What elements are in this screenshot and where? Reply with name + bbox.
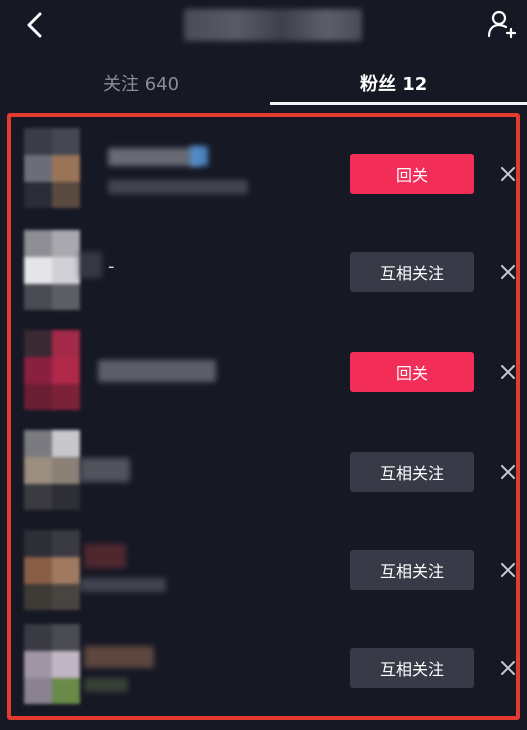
list-item: 互相关注 <box>0 616 527 712</box>
verified-badge <box>190 146 208 166</box>
page-title-redacted <box>184 9 362 41</box>
top-bar <box>0 0 527 50</box>
avatar[interactable] <box>24 230 80 310</box>
user-subtitle-redacted <box>84 678 128 692</box>
username-redacted <box>84 646 154 668</box>
remove-fan-button[interactable] <box>496 360 520 384</box>
username-redacted <box>80 458 130 482</box>
remove-fan-button[interactable] <box>496 260 520 284</box>
user-subtitle-redacted <box>108 180 248 194</box>
back-button[interactable] <box>18 8 52 42</box>
avatar[interactable] <box>24 624 80 704</box>
chevron-left-icon <box>27 12 42 38</box>
mutual-follow-button[interactable]: 互相关注 <box>350 452 474 492</box>
tab-bar: 关注 640 粉丝 12 <box>0 60 527 108</box>
active-tab-indicator <box>270 102 527 105</box>
avatar[interactable] <box>24 330 80 410</box>
username-redacted <box>108 148 200 166</box>
username-redacted <box>98 360 216 382</box>
list-item: 回关 <box>0 120 527 216</box>
remove-fan-button[interactable] <box>496 162 520 186</box>
list-item: 互相关注 <box>0 522 527 618</box>
user-subtitle-redacted <box>80 578 166 592</box>
list-item: 互相关注 <box>0 422 527 518</box>
avatar[interactable] <box>24 530 80 610</box>
close-icon <box>501 661 515 675</box>
list-item: - 互相关注 <box>0 222 527 318</box>
close-icon <box>501 465 515 479</box>
close-icon <box>501 265 515 279</box>
avatar-edge <box>78 252 102 278</box>
close-icon <box>501 563 515 577</box>
follow-back-button[interactable]: 回关 <box>350 154 474 194</box>
follow-back-button[interactable]: 回关 <box>350 352 474 392</box>
username: - <box>108 256 115 277</box>
tab-following[interactable]: 关注 640 <box>103 70 179 96</box>
list-item: 回关 <box>0 322 527 418</box>
mutual-follow-button[interactable]: 互相关注 <box>350 550 474 590</box>
add-user-button[interactable] <box>484 6 520 42</box>
remove-fan-button[interactable] <box>496 656 520 680</box>
tab-fans[interactable]: 粉丝 12 <box>360 70 427 96</box>
avatar[interactable] <box>24 430 80 510</box>
close-icon <box>501 365 515 379</box>
close-icon <box>501 167 515 181</box>
mutual-follow-button[interactable]: 互相关注 <box>350 648 474 688</box>
remove-fan-button[interactable] <box>496 558 520 582</box>
avatar[interactable] <box>24 128 80 208</box>
mutual-follow-button[interactable]: 互相关注 <box>350 252 474 292</box>
username-redacted <box>84 544 126 568</box>
add-user-icon <box>487 10 517 39</box>
remove-fan-button[interactable] <box>496 460 520 484</box>
